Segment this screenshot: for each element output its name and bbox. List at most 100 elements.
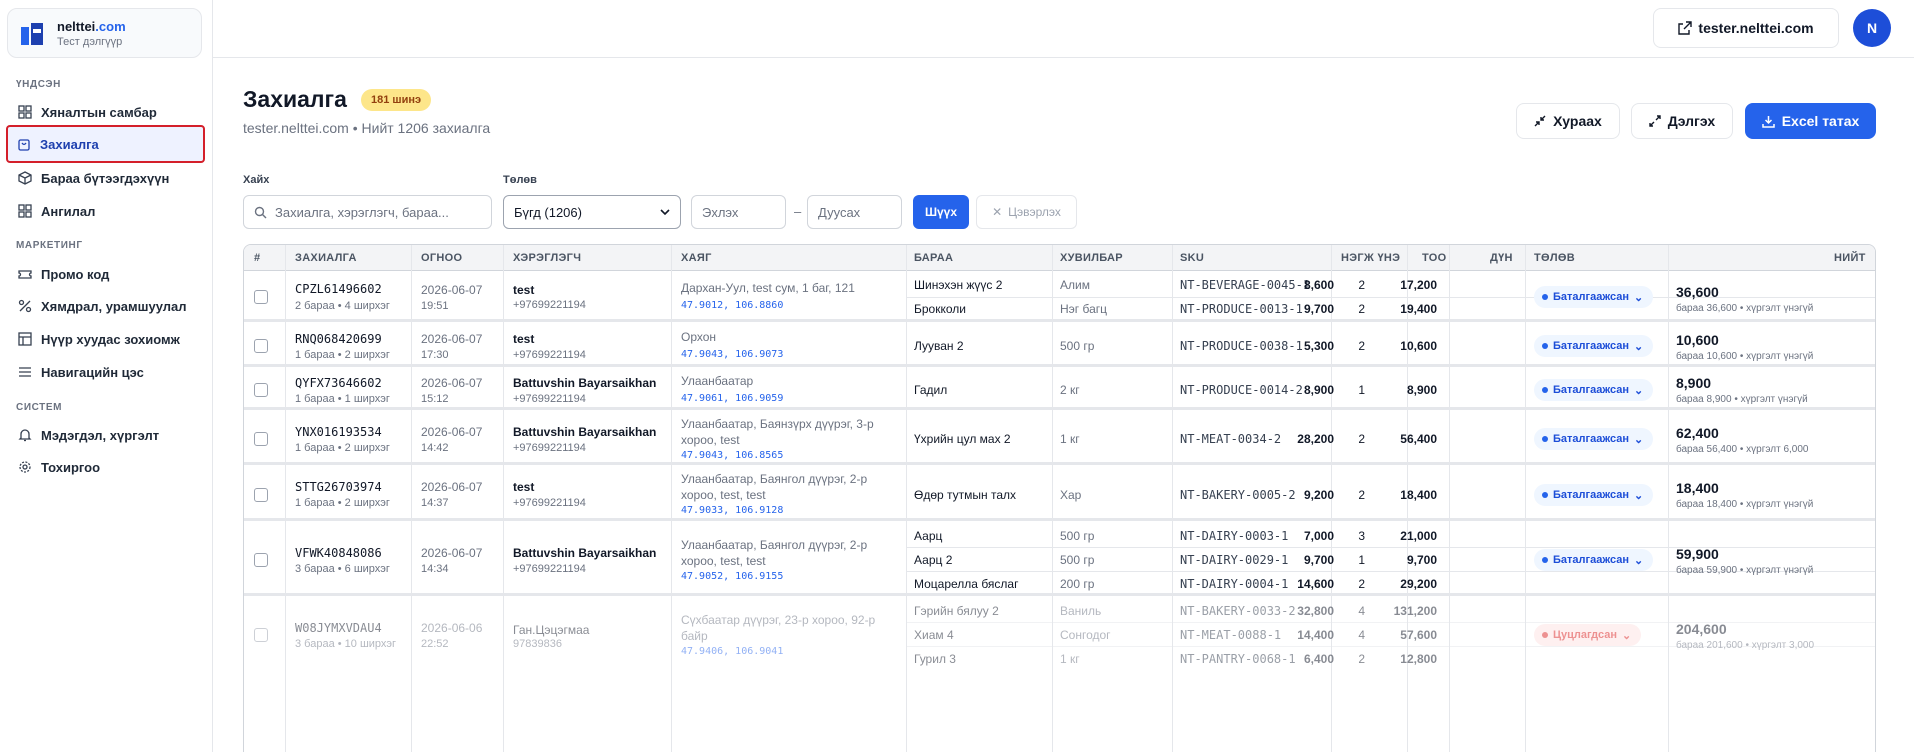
status-dropdown[interactable]: Баталгаажсан ⌄ <box>1534 484 1654 506</box>
collapse-button[interactable]: Хураах <box>1516 103 1620 139</box>
sidebar-item-homepage-layout[interactable]: Нүүр хуудас зохиомж <box>9 324 202 354</box>
col-variant: ХУВИЛБАР <box>1060 252 1123 264</box>
order-time: 14:42 <box>421 442 449 454</box>
status-dropdown[interactable]: Баталгаажсан ⌄ <box>1534 379 1654 401</box>
product-qty: 2 <box>1358 302 1365 316</box>
row-checkbox[interactable] <box>254 339 268 353</box>
status-dropdown[interactable]: Баталгаажсан ⌄ <box>1534 335 1654 357</box>
address-coords[interactable]: 47.9061, 106.9059 <box>681 393 783 404</box>
col-order[interactable]: ЗАХИАЛГА <box>295 245 357 271</box>
table-row[interactable]: W08JYMXVDAU4 3 бараа • 10 ширхэг 2026-06… <box>244 599 1875 752</box>
address-coords[interactable]: 47.9012, 106.8860 <box>681 300 783 311</box>
row-checkbox[interactable] <box>254 488 268 502</box>
product-variant: Алим <box>1060 278 1090 292</box>
row-checkbox[interactable] <box>254 290 268 304</box>
table-row[interactable]: STTG26703974 1 бараа • 2 ширхэг 2026-06-… <box>244 468 1875 521</box>
sidebar-item-navigation[interactable]: Навигацийн цэс <box>9 357 202 387</box>
sidebar-item-notifications[interactable]: Мэдэгдэл, хүргэлт <box>9 420 202 450</box>
sidebar-item-discounts[interactable]: Хямдрал, урамшуулал <box>9 291 202 321</box>
product-unit-price: 7,000 <box>1303 529 1334 543</box>
order-date: 2026-06-07 <box>421 332 483 346</box>
search-input[interactable]: Захиалга, хэрэглэгч, бараа... <box>243 195 492 229</box>
product-unit-price: 14,600 <box>1297 577 1334 591</box>
col-date[interactable]: ОГНОО <box>421 245 462 271</box>
col-unit-price: НЭГЖ ҮНЭ <box>1341 252 1401 264</box>
brand-logo-icon <box>21 23 43 45</box>
order-code[interactable]: RNQ068420699 <box>295 332 382 346</box>
bag-icon <box>16 136 32 152</box>
order-time: 19:51 <box>421 300 449 312</box>
col-total[interactable]: НИЙТ <box>1834 245 1866 271</box>
table-row[interactable]: CPZL61496602 2 бараа • 4 ширхэг 2026-06-… <box>244 272 1875 322</box>
brand-switcher[interactable]: nelttei.com Тест дэлгүүр <box>7 8 202 58</box>
status-dropdown[interactable]: Баталгаажсан ⌄ <box>1534 286 1654 308</box>
order-code[interactable]: W08JYMXVDAU4 <box>295 621 382 635</box>
clear-button[interactable]: ✕ Цэвэрлэх <box>976 195 1077 229</box>
status-dropdown[interactable]: Баталгаажсан ⌄ <box>1534 428 1654 450</box>
product-variant: 500 гр <box>1060 553 1095 567</box>
table-row[interactable]: RNQ068420699 1 бараа • 2 ширхэг 2026-06-… <box>244 325 1875 367</box>
expand-button[interactable]: Дэлгэх <box>1631 103 1733 139</box>
product-unit-price: 28,200 <box>1297 432 1334 446</box>
status-select[interactable]: Бүгд (1206) <box>503 195 681 229</box>
chevron-down-icon: ⌄ <box>1634 489 1644 502</box>
order-items-info: 2 бараа • 4 ширхэг <box>295 300 390 312</box>
col-status[interactable]: ТӨЛӨВ <box>1534 245 1575 271</box>
row-checkbox[interactable] <box>254 553 268 567</box>
customer-phone: 97839836 <box>513 638 562 650</box>
order-code[interactable]: CPZL61496602 <box>295 282 382 296</box>
product-sku: NT-DAIRY-0003-1 <box>1180 529 1289 543</box>
order-total: 18,400 <box>1676 480 1719 496</box>
col-sku: SKU <box>1180 252 1205 264</box>
filter-button[interactable]: Шүүх <box>913 195 969 229</box>
customer-name: test <box>513 283 535 297</box>
sidebar-item-promo[interactable]: Промо код <box>9 259 202 289</box>
product-unit-price: 9,700 <box>1303 302 1334 316</box>
address-coords[interactable]: 47.9043, 106.9073 <box>681 349 783 360</box>
sidebar-item-products[interactable]: Бараа бүтээгдэхүүн <box>9 163 202 193</box>
address-coords[interactable]: 47.9406, 106.9041 <box>681 646 783 657</box>
address-coords[interactable]: 47.9052, 106.9155 <box>681 571 783 582</box>
order-code[interactable]: QYFX73646602 <box>295 376 382 390</box>
product-name: Шинэхэн жүүс 2 <box>914 278 1003 292</box>
sidebar-item-orders[interactable]: Захиалга <box>6 125 205 163</box>
avatar[interactable]: N <box>1853 9 1891 47</box>
status-dropdown[interactable]: Баталгаажсан ⌄ <box>1534 549 1654 571</box>
row-checkbox[interactable] <box>254 628 268 642</box>
address-coords[interactable]: 47.9043, 106.8565 <box>681 450 783 461</box>
table-header: # ЗАХИАЛГА ОГНОО ХЭРЭГЛЭГЧ ХАЯГ БАРАА ХУ… <box>244 245 1875 271</box>
table-row[interactable]: VFWK40848086 3 бараа • 6 ширхэг 2026-06-… <box>244 524 1875 596</box>
table-row[interactable]: YNX016193534 1 бараа • 2 ширхэг 2026-06-… <box>244 413 1875 465</box>
date-to-input[interactable]: Дуусах <box>807 195 902 229</box>
sidebar-item-categories[interactable]: Ангилал <box>9 196 202 226</box>
product-name: Өдөр тутмын талх <box>914 488 1017 502</box>
excel-export-button[interactable]: Excel татах <box>1745 103 1876 139</box>
date-from-input[interactable]: Эхлэх <box>691 195 786 229</box>
order-total: 8,900 <box>1676 375 1712 391</box>
col-customer[interactable]: ХЭРЭГЛЭГЧ <box>513 245 581 271</box>
open-site-button[interactable]: tester.nelttei.com <box>1653 8 1839 48</box>
order-total-breakdown: бараа 10,600 • хүргэлт үнэгүй <box>1676 351 1814 362</box>
section-marketing: МАРКЕТИНГ <box>16 240 83 251</box>
table-row[interactable]: QYFX73646602 1 бараа • 1 ширхэг 2026-06-… <box>244 370 1875 410</box>
chevron-down-icon: ⌄ <box>1634 554 1644 567</box>
order-code[interactable]: YNX016193534 <box>295 425 382 439</box>
order-items-info: 1 бараа • 2 ширхэг <box>295 497 390 509</box>
status-dropdown[interactable]: Цуцлагдсан ⌄ <box>1534 624 1642 646</box>
product-divider <box>906 622 1875 623</box>
order-code[interactable]: VFWK40848086 <box>295 546 382 560</box>
menu-icon <box>17 364 33 380</box>
order-time: 14:37 <box>421 497 449 509</box>
row-checkbox[interactable] <box>254 432 268 446</box>
customer-name: Battuvshin Bayarsaikhan <box>513 376 657 390</box>
col-amount: ДҮН <box>1490 252 1513 264</box>
address-coords[interactable]: 47.9033, 106.9128 <box>681 505 783 516</box>
product-qty: 2 <box>1358 652 1365 666</box>
order-code[interactable]: STTG26703974 <box>295 480 382 494</box>
product-amount: 131,200 <box>1393 604 1437 618</box>
address-line-1: Улаанбаатар, Баянзүрх дүүрэг, 3-р <box>681 417 874 431</box>
row-checkbox[interactable] <box>254 383 268 397</box>
sidebar-item-settings[interactable]: Тохиргоо <box>9 452 202 482</box>
product-variant: Хар <box>1060 488 1082 502</box>
sidebar-item-dashboard[interactable]: Хяналтын самбар <box>9 97 202 127</box>
